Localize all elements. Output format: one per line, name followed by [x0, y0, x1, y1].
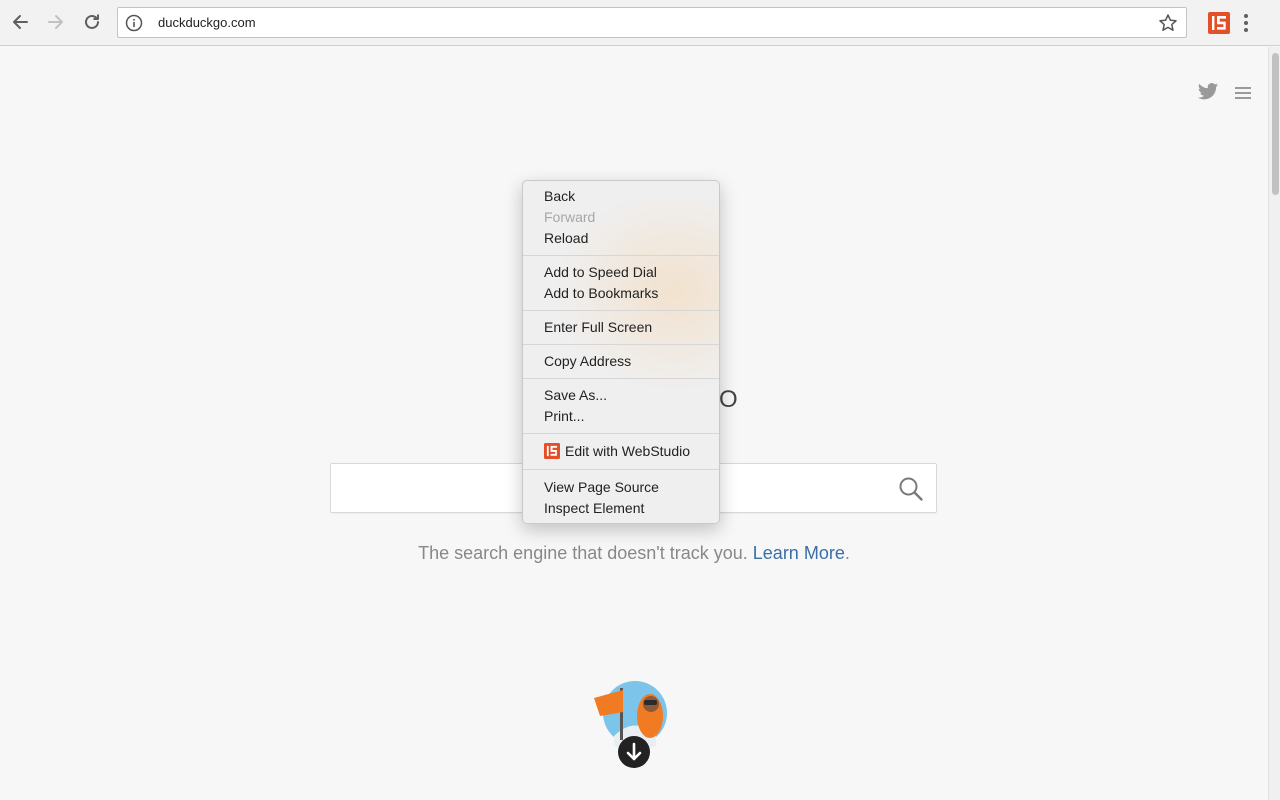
tagline-period: . [844, 543, 850, 563]
menu-separator [523, 255, 719, 256]
menu-item-label: Edit with WebStudio [565, 443, 691, 459]
reload-icon [85, 14, 99, 29]
html5-icon [544, 443, 560, 459]
more-vert-icon[interactable] [1238, 12, 1254, 34]
star-icon[interactable] [1158, 13, 1178, 33]
menu-separator [523, 433, 719, 434]
address-bar[interactable]: duckduckgo.com [117, 7, 1187, 38]
menu-item-add-bookmarks[interactable]: Add to Bookmarks [523, 283, 719, 304]
menu-item-forward: Forward [544, 209, 596, 225]
back-arrow-icon [13, 15, 28, 29]
menu-separator [523, 378, 719, 379]
menu-item-save-as[interactable]: Save As... [523, 385, 719, 406]
logo-fragment: O [719, 386, 738, 413]
info-icon[interactable] [125, 14, 143, 32]
forward-arrow-icon [48, 15, 63, 29]
menu-item-reload[interactable]: Reload [523, 228, 719, 249]
tagline-text: The search engine that doesn't track you… [418, 543, 748, 563]
hamburger-icon[interactable] [1235, 85, 1251, 101]
twitter-icon[interactable] [1197, 82, 1219, 102]
search-icon[interactable] [898, 476, 924, 502]
orange-flag [594, 690, 623, 716]
html5-icon[interactable] [1208, 12, 1230, 34]
menu-item-inspect-element[interactable]: Inspect Element [523, 498, 719, 519]
context-menu: Back Forward Reload Add to Speed Dial Ad… [522, 180, 720, 524]
duck-mascot-illustration[interactable] [594, 676, 674, 770]
menu-separator [523, 310, 719, 311]
tagline: The search engine that doesn't track you… [0, 543, 1268, 564]
menu-item-add-speed-dial[interactable]: Add to Speed Dial [523, 262, 719, 283]
back-button[interactable] [6, 8, 34, 36]
browser-toolbar: duckduckgo.com [0, 0, 1280, 46]
learn-more-link[interactable]: Learn More [753, 543, 845, 563]
menu-item-view-page-source[interactable]: View Page Source [523, 477, 719, 498]
reload-button[interactable] [78, 8, 106, 36]
menu-item-enter-full-screen[interactable]: Enter Full Screen [523, 317, 719, 338]
scroll-thumb[interactable] [1272, 53, 1279, 195]
menu-item-edit-with-webstudio[interactable]: Edit with WebStudio [523, 441, 719, 462]
forward-button[interactable] [42, 8, 70, 36]
menu-item-back[interactable]: Back [523, 186, 719, 207]
menu-item-print[interactable]: Print... [523, 406, 719, 427]
url-text[interactable]: duckduckgo.com [158, 15, 256, 30]
menu-item-copy-address[interactable]: Copy Address [523, 351, 719, 372]
menu-separator [523, 469, 719, 470]
menu-separator [523, 344, 719, 345]
vertical-scrollbar[interactable] [1268, 47, 1280, 800]
